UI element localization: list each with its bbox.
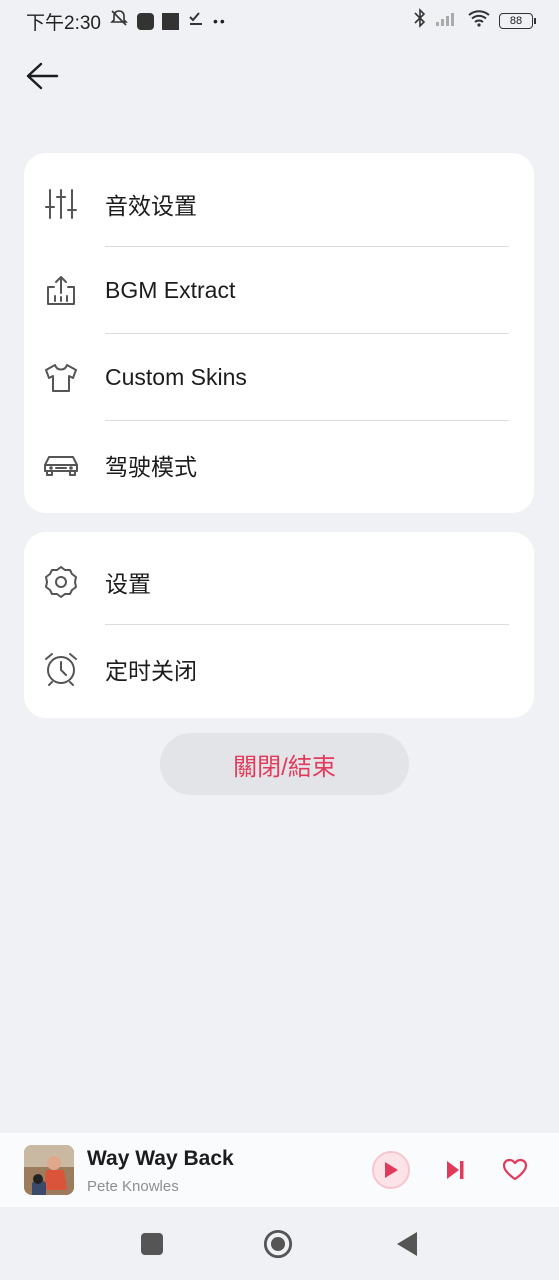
- menu-card-primary: 音效设置 BGM Extract Custom Skins 驾驶模式: [24, 153, 534, 513]
- skip-next-icon: [447, 1161, 464, 1179]
- menu-item-bgm-extract[interactable]: BGM Extract: [24, 247, 534, 334]
- mini-player[interactable]: Way Way Back Pete Knowles: [0, 1133, 559, 1207]
- menu-item-driving-mode[interactable]: 驾驶模式: [24, 421, 534, 508]
- wifi-icon: [467, 9, 491, 33]
- arrow-left-icon: [26, 62, 59, 90]
- menu-item-custom-skins[interactable]: Custom Skins: [24, 334, 534, 421]
- song-title[interactable]: Way Way Back: [87, 1147, 234, 1171]
- battery-level: 88: [509, 15, 523, 27]
- heart-icon: [502, 1158, 528, 1181]
- close-exit-label: 關閉/結束: [233, 753, 336, 781]
- more-notifications-icon: ••: [212, 13, 227, 29]
- status-right: 88: [413, 8, 536, 34]
- menu-item-label: 定时关闭: [105, 657, 197, 684]
- bluetooth-icon: [413, 8, 427, 34]
- home-button[interactable]: [263, 1229, 293, 1259]
- menu-item-label: 设置: [105, 570, 151, 597]
- check-icon: [187, 9, 205, 33]
- menu-item-label: BGM Extract: [105, 277, 236, 303]
- album-art[interactable]: [24, 1145, 74, 1195]
- song-artist: Pete Knowles: [87, 1178, 179, 1195]
- status-time: 下午2:30: [26, 12, 101, 34]
- equalizer-icon: [42, 185, 80, 223]
- alarm-clock-icon: [42, 650, 80, 688]
- menu-card-secondary: 设置 定时关闭: [24, 532, 534, 718]
- play-icon: [385, 1162, 398, 1178]
- signal-icon: [435, 10, 459, 32]
- next-track-button[interactable]: [440, 1155, 470, 1185]
- tshirt-icon: [42, 359, 80, 397]
- menu-item-sound-effects[interactable]: 音效设置: [24, 160, 534, 247]
- car-icon: [42, 446, 80, 484]
- home-circle-icon: [263, 1229, 293, 1259]
- upload-extract-icon: [42, 272, 80, 310]
- menu-item-sleep-timer[interactable]: 定时关闭: [24, 625, 534, 712]
- status-left: 下午2:30 ••: [26, 8, 227, 35]
- back-nav-button[interactable]: [392, 1229, 422, 1259]
- menu-item-label: 驾驶模式: [105, 453, 197, 480]
- play-button[interactable]: [372, 1151, 410, 1189]
- status-bar: 下午2:30 •• 88: [0, 0, 559, 42]
- square-icon: [141, 1233, 163, 1255]
- menu-item-label: Custom Skins: [105, 364, 247, 390]
- gear-icon: [42, 563, 80, 601]
- app-notification-icon-2: [161, 12, 179, 30]
- favorite-button[interactable]: [500, 1155, 530, 1185]
- mute-icon: [109, 8, 129, 34]
- triangle-back-icon: [397, 1232, 417, 1256]
- app-notification-icon: [136, 12, 154, 30]
- recents-button[interactable]: [137, 1229, 167, 1259]
- system-navigation-bar: [0, 1207, 559, 1280]
- battery-icon: 88: [499, 13, 536, 29]
- menu-item-label: 音效设置: [105, 192, 197, 219]
- close-exit-button[interactable]: 關閉/結束: [160, 733, 409, 795]
- back-button[interactable]: [20, 54, 64, 98]
- menu-item-settings[interactable]: 设置: [24, 538, 534, 625]
